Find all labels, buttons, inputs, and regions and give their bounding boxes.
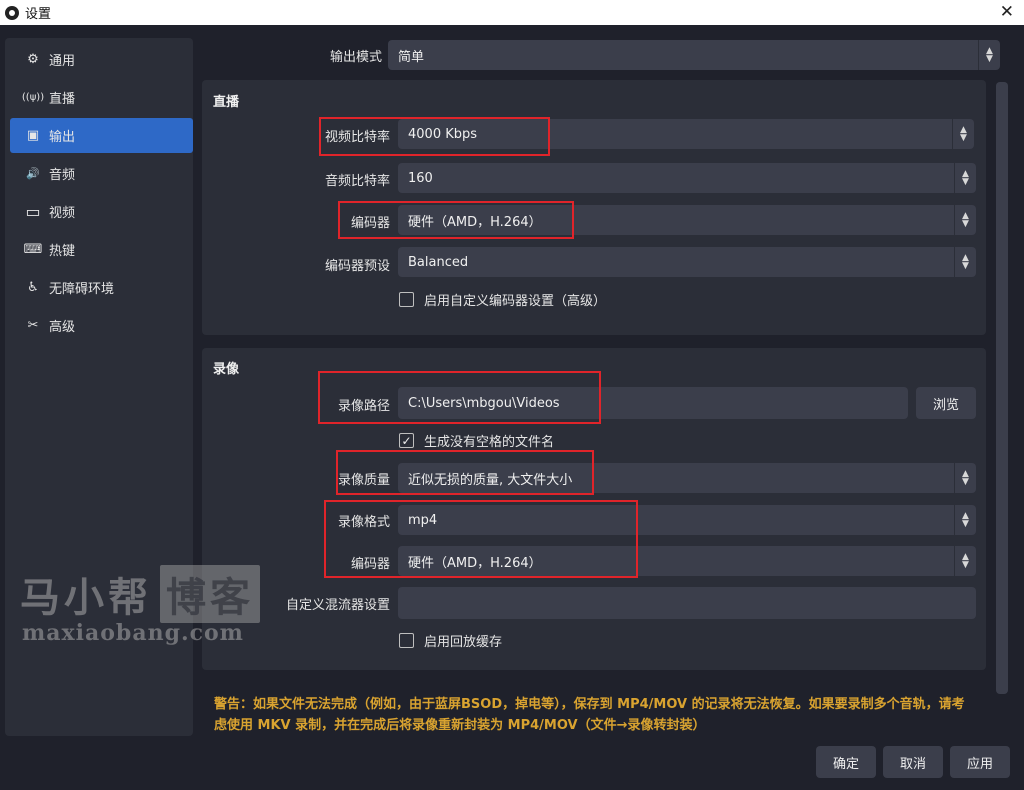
checkbox-unchecked-icon[interactable] [399, 292, 414, 307]
checkbox-unchecked-icon[interactable] [399, 633, 414, 648]
sidebar-item-label: 视频 [49, 206, 76, 221]
watermark-main-text: 马小帮 [20, 574, 152, 621]
chevron-updown-icon: ▲ ▼ [954, 505, 976, 535]
sidebar-item-label: 无障碍环境 [49, 282, 115, 297]
no-space-filename-label: 生成没有空格的文件名 [424, 435, 555, 450]
warning-text: 警告：如果文件无法完成（例如，由于蓝屏BSOD，掉电等），保存到 MP4/MOV… [214, 697, 965, 733]
watermark-logo: 马小帮 博客 [20, 565, 260, 623]
checkmark-icon[interactable]: ✓ [399, 433, 414, 448]
watermark-url: maxiaobang.com [22, 620, 244, 646]
accessibility-icon: ♿ [27, 280, 39, 295]
broadcast-icon: ((ψ)) [21, 92, 45, 103]
close-icon[interactable]: ✕ [1000, 2, 1014, 22]
scrollbar-thumb[interactable] [996, 82, 1008, 694]
recording-path-value: C:\Users\mbgou\Videos [408, 395, 560, 411]
video-bitrate-label: 视频比特率 [324, 130, 390, 145]
custom-encoder-checkbox[interactable]: 启用自定义编码器设置（高级） [399, 290, 606, 309]
stream-encoder-select[interactable]: 硬件（AMD，H.264） ▲ ▼ [398, 205, 976, 235]
sidebar-item-label: 音频 [49, 168, 76, 183]
output-mode-select[interactable]: 简单 ▲ ▼ [388, 40, 1000, 70]
recording-format-value: mp4 [408, 512, 438, 528]
stream-encoder-value: 硬件（AMD，H.264） [408, 214, 542, 230]
recording-quality-label: 录像质量 [337, 473, 390, 488]
sidebar-item-accessibility[interactable]: ♿ 无障碍环境 [10, 270, 193, 305]
audio-bitrate-select[interactable]: 160 ▲ ▼ [398, 163, 976, 193]
speaker-icon: 🔊 [26, 167, 40, 180]
sidebar-item-label: 热键 [49, 244, 76, 259]
sidebar-item-stream[interactable]: ((ψ)) 直播 [10, 80, 193, 115]
streaming-group-title: 直播 [213, 95, 240, 110]
apply-button[interactable]: 应用 [950, 746, 1010, 778]
recording-path-label: 录像路径 [337, 399, 390, 414]
recording-encoder-label: 编码器 [350, 557, 390, 572]
chevron-updown-icon: ▲ ▼ [978, 40, 1000, 70]
sidebar-item-hotkeys[interactable]: ⌨ 热键 [10, 232, 193, 267]
ok-button[interactable]: 确定 [816, 746, 876, 778]
spin-arrows-icon[interactable]: ▲ ▼ [952, 119, 974, 149]
encoder-preset-label: 编码器预设 [324, 259, 390, 274]
encoder-preset-value: Balanced [408, 254, 469, 270]
encoder-preset-select[interactable]: Balanced ▲ ▼ [398, 247, 976, 277]
custom-muxer-input[interactable] [398, 587, 976, 619]
output-icon: ▣ [26, 128, 40, 143]
replay-buffer-label: 启用回放缓存 [424, 635, 503, 650]
title-bar: 设置 ✕ [0, 0, 1024, 25]
stream-encoder-label: 编码器 [350, 216, 390, 231]
chevron-updown-icon: ▲ ▼ [954, 463, 976, 493]
custom-encoder-label: 启用自定义编码器设置（高级） [424, 294, 607, 309]
monitor-icon: ▭ [25, 202, 41, 221]
output-mode-value: 简单 [398, 49, 425, 65]
video-bitrate-spinbox[interactable]: 4000 Kbps ▲ ▼ [398, 119, 974, 149]
watermark-box-text: 博客 [160, 565, 260, 623]
recording-group-title: 录像 [213, 362, 240, 377]
recording-format-select[interactable]: mp4 ▲ ▼ [398, 505, 976, 535]
chevron-updown-icon: ▲ ▼ [954, 247, 976, 277]
sidebar-item-audio[interactable]: 🔊 音频 [10, 156, 193, 191]
recording-encoder-value: 硬件（AMD，H.264） [408, 555, 542, 571]
sidebar-item-advanced[interactable]: ✂ 高级 [10, 308, 193, 343]
no-space-filename-checkbox[interactable]: ✓ 生成没有空格的文件名 [399, 431, 554, 450]
video-bitrate-value: 4000 Kbps [408, 126, 478, 142]
sidebar-item-label: 通用 [49, 54, 76, 69]
chevron-updown-icon: ▲ ▼ [954, 546, 976, 576]
recording-quality-value: 近似无损的质量, 大文件大小 [408, 472, 573, 488]
sidebar-item-label: 输出 [49, 130, 76, 145]
wrench-icon: ✂ [27, 318, 39, 333]
chevron-updown-icon: ▲ ▼ [954, 205, 976, 235]
chevron-updown-icon: ▲ ▼ [954, 163, 976, 193]
recording-format-label: 录像格式 [337, 515, 390, 530]
gear-icon: ⚙ [27, 52, 39, 67]
recording-path-input[interactable]: C:\Users\mbgou\Videos [398, 387, 908, 419]
audio-bitrate-value: 160 [408, 170, 433, 186]
output-mode-label: 输出模式 [329, 50, 382, 65]
sidebar-item-output[interactable]: ▣ 输出 [10, 118, 193, 153]
browse-button[interactable]: 浏览 [916, 387, 976, 419]
sidebar-item-video[interactable]: ▭ 视频 [10, 194, 193, 229]
sidebar-item-label: 直播 [49, 92, 76, 107]
recording-quality-select[interactable]: 近似无损的质量, 大文件大小 ▲ ▼ [398, 463, 976, 493]
sidebar-item-general[interactable]: ⚙ 通用 [10, 42, 193, 77]
keyboard-icon: ⌨ [23, 242, 43, 257]
obs-logo-icon [5, 5, 19, 20]
sidebar-item-label: 高级 [49, 320, 76, 335]
scrollbar[interactable] [996, 82, 1008, 694]
cancel-button[interactable]: 取消 [883, 746, 943, 778]
window-title: 设置 [25, 7, 52, 22]
audio-bitrate-label: 音频比特率 [324, 174, 390, 189]
recording-encoder-select[interactable]: 硬件（AMD，H.264） ▲ ▼ [398, 546, 976, 576]
replay-buffer-checkbox[interactable]: 启用回放缓存 [399, 631, 502, 650]
